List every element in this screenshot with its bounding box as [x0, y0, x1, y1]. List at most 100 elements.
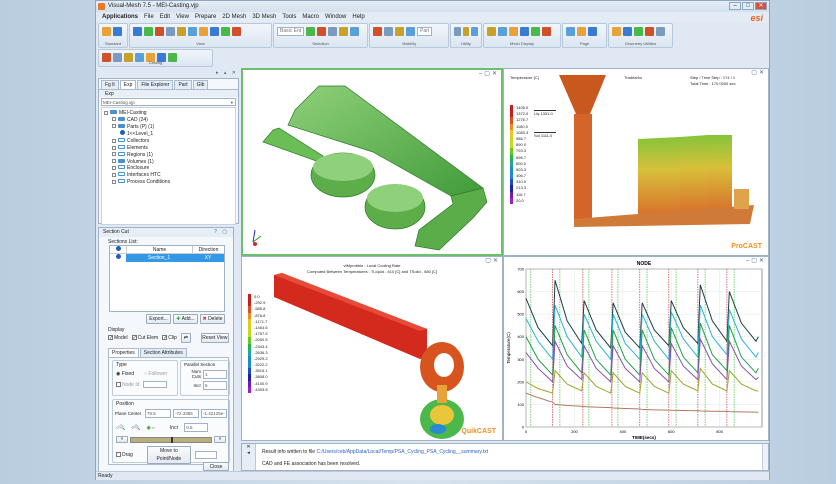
- zoom-out-radio[interactable]: ○🔍: [116, 425, 125, 431]
- tree-item[interactable]: Elements: [104, 144, 233, 152]
- panel-pin-close[interactable]: ? ▢: [214, 228, 229, 237]
- expand-icon[interactable]: [104, 110, 108, 115]
- open-folder-icon[interactable]: [102, 27, 111, 36]
- node-id-checkbox[interactable]: Node Id: [116, 382, 140, 388]
- remove-view-icon[interactable]: [188, 27, 197, 36]
- fit-view-icon[interactable]: [133, 27, 142, 36]
- plane-center-x[interactable]: 76.5: [145, 409, 171, 418]
- fixed-radio[interactable]: ◉ Fixed: [116, 371, 134, 377]
- delete-button[interactable]: ✖ Delete: [200, 314, 225, 324]
- show-icon[interactable]: [384, 27, 393, 36]
- visibility-select[interactable]: Part: [417, 27, 433, 36]
- tree-item[interactable]: Regions (1): [104, 151, 233, 159]
- table-icon[interactable]: [471, 27, 479, 36]
- slider-thumb[interactable]: [171, 436, 173, 443]
- menu-prepare[interactable]: Prepare: [195, 12, 216, 22]
- tree-item[interactable]: Volumes (1): [104, 158, 233, 166]
- menu-tools[interactable]: Tools: [282, 12, 296, 22]
- pan-icon[interactable]: [210, 27, 219, 36]
- arrow-left-icon[interactable]: [566, 27, 575, 36]
- tree-item[interactable]: Enclosure: [104, 165, 233, 172]
- log-side-controls[interactable]: ✕ ◂: [242, 444, 256, 470]
- plane-center-z[interactable]: -1.42125e-: [201, 409, 227, 418]
- pick-icon[interactable]: [328, 27, 338, 36]
- eye-icon[interactable]: [373, 27, 382, 36]
- zoom-box-icon[interactable]: [221, 27, 230, 36]
- reset-view-button[interactable]: Reset View: [200, 333, 229, 343]
- hide-icon[interactable]: [395, 27, 404, 36]
- tab-properties[interactable]: Properties: [108, 348, 139, 357]
- pick-part-icon[interactable]: [339, 27, 349, 36]
- viewport-controls[interactable]: –▢✕: [479, 70, 499, 77]
- move-to-point-button[interactable]: Move to Point/Node: [146, 446, 191, 464]
- expand-icon[interactable]: [112, 124, 116, 129]
- project-combo[interactable]: MEI-Casting.vjp ▾: [101, 98, 236, 106]
- zoom-select-icon[interactable]: [350, 27, 360, 36]
- tab-section-attributes[interactable]: Section Attributes: [139, 348, 187, 357]
- mesh-3-icon[interactable]: [509, 27, 518, 36]
- anchor-icon[interactable]: [232, 27, 241, 36]
- select-icon[interactable]: [317, 27, 327, 36]
- gear-icon[interactable]: [406, 27, 415, 36]
- viewport-quikcast[interactable]: ▢✕ vtMprobble : Local Cooling Rate Compu…: [241, 256, 503, 441]
- expand-icon[interactable]: [112, 145, 116, 150]
- display-model-checkbox[interactable]: ✓Model: [108, 335, 128, 341]
- menu-macro[interactable]: Macro: [302, 12, 319, 22]
- pointer-icon[interactable]: [306, 27, 316, 36]
- grid-icon[interactable]: [588, 27, 597, 36]
- axis-icon[interactable]: [199, 27, 208, 36]
- tree-item[interactable]: Process Conditions: [104, 178, 233, 186]
- maximize-button[interactable]: □: [742, 2, 754, 10]
- menu-file[interactable]: File: [144, 12, 154, 22]
- num-cuts-field[interactable]: 1: [203, 369, 227, 379]
- mesh-6-icon[interactable]: [542, 27, 551, 36]
- export-button[interactable]: Export...: [146, 314, 171, 324]
- menu-applications[interactable]: Applications: [102, 12, 138, 22]
- swap-button[interactable]: ⇄: [180, 333, 191, 343]
- display-cut-elem-checkbox[interactable]: ✓Cut Elem: [131, 335, 158, 341]
- expand-icon[interactable]: [112, 179, 116, 184]
- mesh-2-icon[interactable]: [498, 27, 507, 36]
- expand-icon[interactable]: [112, 159, 116, 164]
- viewport-procast[interactable]: ▢✕ Temperature [C] Tradriarko Step / Tim…: [503, 68, 769, 256]
- save-icon[interactable]: [113, 27, 122, 36]
- expand-icon[interactable]: [112, 138, 116, 143]
- drag-checkbox[interactable]: Drag: [116, 452, 133, 458]
- incr2-field[interactable]: 0.5: [184, 423, 209, 432]
- close-window-button[interactable]: ✕: [755, 2, 767, 10]
- step-back-button[interactable]: «: [116, 436, 128, 443]
- measure-icon[interactable]: [454, 27, 461, 36]
- wireframe-icon[interactable]: [166, 27, 175, 36]
- log-scrollbar[interactable]: [762, 444, 768, 470]
- position-slider[interactable]: [130, 436, 212, 443]
- curve-icon[interactable]: [612, 27, 621, 36]
- menu-view[interactable]: View: [176, 12, 189, 22]
- menu-window[interactable]: Window: [325, 12, 346, 22]
- tree-item[interactable]: MEI-Casting: [104, 110, 233, 117]
- plane-center-y[interactable]: -72.3385: [173, 409, 199, 418]
- summary-file-link[interactable]: C:/Users/ceb/AppData/Local/Temp/PSA_Cycl…: [316, 449, 488, 455]
- follower-radio[interactable]: ○ Follower: [144, 371, 167, 377]
- move-radio[interactable]: ◉⇔: [147, 425, 156, 431]
- mesh-4-icon[interactable]: [520, 27, 529, 36]
- table-row[interactable]: Section_1 XY: [110, 254, 224, 262]
- entity-filter-box[interactable]: Basic Ent: [277, 27, 305, 36]
- display-clip-checkbox[interactable]: ✓Clip: [162, 335, 177, 341]
- add-view-icon[interactable]: [177, 27, 186, 36]
- cube-icon[interactable]: [155, 27, 164, 36]
- add-button[interactable]: ✚ Add...: [173, 314, 198, 324]
- tree-item[interactable]: Parts (P) (1): [104, 123, 233, 131]
- tree-item[interactable]: 1<<Level_1: [104, 130, 233, 138]
- tab-glb[interactable]: Glb: [192, 80, 209, 89]
- expand-icon[interactable]: [112, 166, 116, 171]
- expand-icon[interactable]: [112, 172, 116, 177]
- node-field[interactable]: [194, 451, 217, 459]
- menu-edit[interactable]: Edit: [160, 12, 170, 22]
- point-icon[interactable]: [634, 27, 643, 36]
- tree-item[interactable]: Interfaces HTC: [104, 172, 233, 179]
- viewport-controls[interactable]: –▢✕: [746, 257, 766, 264]
- menu-3d-mesh[interactable]: 3D Mesh: [252, 12, 276, 22]
- tree-item[interactable]: CAD (24): [104, 116, 233, 124]
- circle-icon[interactable]: [623, 27, 632, 36]
- link-icon[interactable]: [645, 27, 654, 36]
